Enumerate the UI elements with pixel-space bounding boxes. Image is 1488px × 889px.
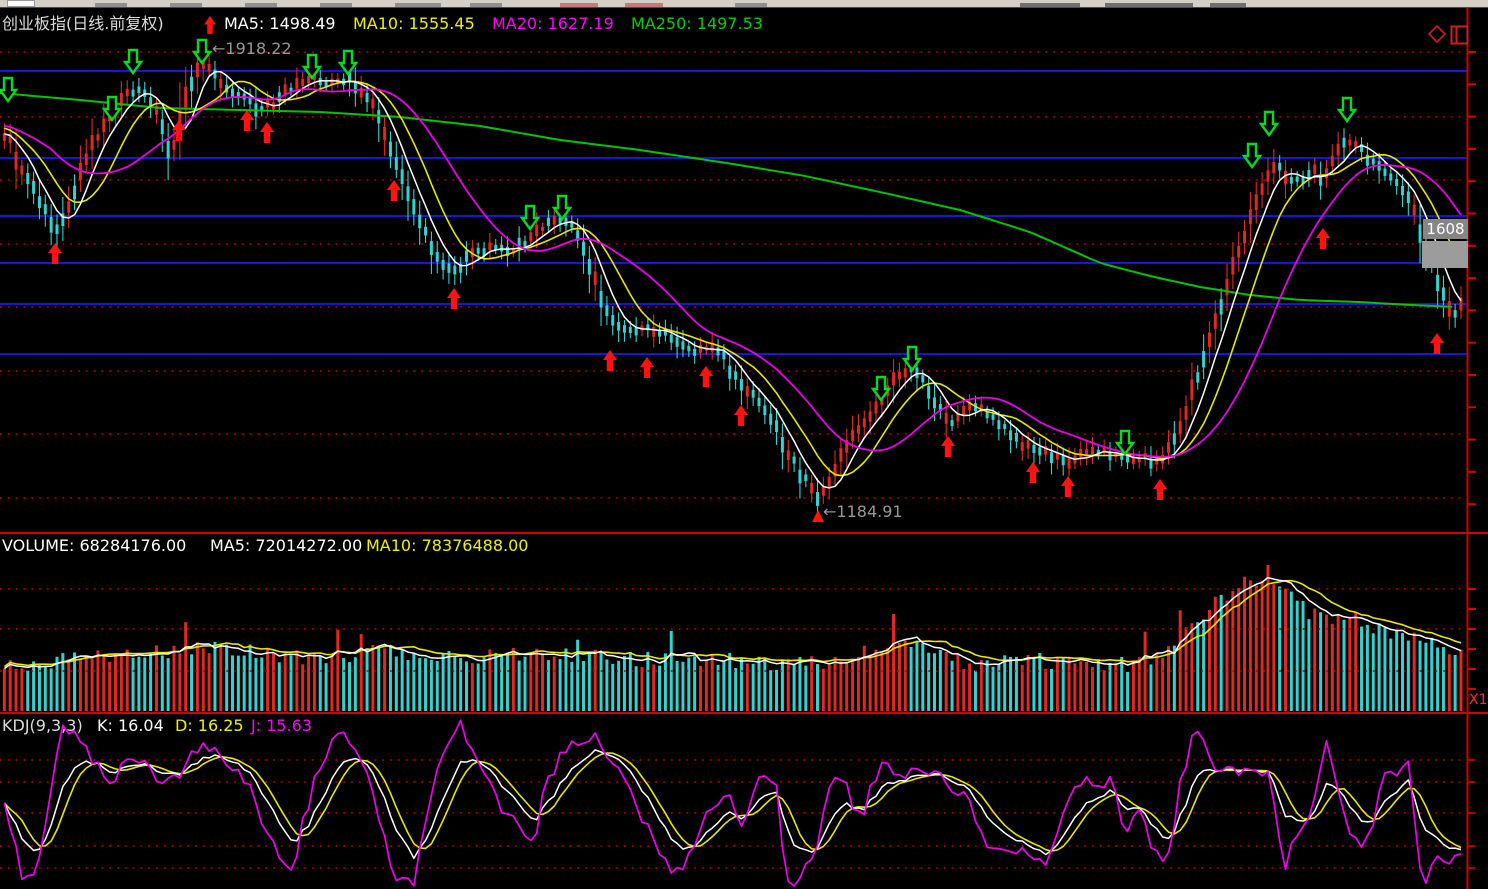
kdj-k-readout: K: 16.04 (97, 716, 164, 735)
menubar-clipped-item[interactable] (1105, 3, 1193, 7)
menubar-clipped-item[interactable] (320, 3, 352, 7)
diamond-tool-icon[interactable] (1427, 24, 1447, 47)
menubar-clipped-item[interactable] (560, 3, 598, 7)
low-price-annotation: ←1184.91 (823, 502, 903, 521)
high-price-annotation: ←1918.22 (212, 39, 292, 58)
volume-unit-multiplier: X1 (1469, 692, 1488, 708)
volume-ma-lines (3, 576, 1462, 670)
menubar-clipped-item[interactable] (245, 3, 277, 7)
panel-borders (0, 532, 1488, 714)
menubar-clipped-item[interactable] (1210, 3, 1246, 7)
kdj-lines (3, 719, 1462, 887)
last-price-highlight-box (1422, 241, 1468, 268)
chart-canvas[interactable] (0, 0, 1488, 889)
volume-ma10-readout: MA10: 78376488.00 (366, 536, 529, 555)
menubar-clipped-item[interactable] (395, 3, 441, 7)
menubar-clipped-item[interactable] (470, 3, 502, 7)
trading-app-window: 创业板指(日线.前复权) MA5: 1498.49 MA10: 1555.45 … (0, 0, 1488, 889)
ma20-readout: MA20: 1627.19 (492, 14, 614, 33)
ma-lines (0, 70, 1462, 489)
menubar-clipped-item[interactable] (735, 3, 767, 7)
kdj-j-readout: J: 15.63 (251, 716, 312, 735)
volume-bars (2, 565, 1463, 711)
menubar-clipped-item[interactable] (1020, 3, 1080, 7)
ma10-readout: MA10: 1555.45 (353, 14, 475, 33)
menubar-clipped-item[interactable] (95, 3, 127, 7)
kdj-indicator-name: KDJ(9,3,3) (2, 716, 83, 735)
ma250-readout: MA250: 1497.53 (631, 14, 763, 33)
price-axis (1466, 8, 1476, 889)
menubar-window-icon[interactable] (7, 0, 35, 7)
ma5-readout: MA5: 1498.49 (224, 14, 336, 33)
menubar-clipped-item[interactable] (170, 3, 202, 7)
candlesticks (2, 44, 1463, 518)
kdj-d-readout: D: 16.25 (175, 716, 244, 735)
volume-readout: VOLUME: 68284176.00 (2, 536, 187, 555)
symbol-title: 创业板指(日线.前复权) (2, 14, 164, 33)
menubar-clipped-item[interactable] (625, 3, 663, 7)
volume-ma5-readout: MA5: 72014272.00 (210, 536, 363, 555)
menubar[interactable] (0, 0, 1488, 8)
main-gridlines (0, 51, 1467, 499)
window-pane-icon[interactable] (1450, 25, 1469, 49)
last-price-tag: 1608 (1423, 219, 1468, 239)
